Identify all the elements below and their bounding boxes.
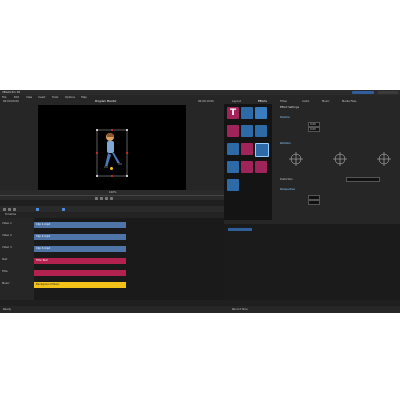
track-header-title[interactable]: Title [1, 268, 33, 276]
track-header-music[interactable]: Music [1, 280, 33, 288]
audio-mixer-panel [224, 220, 400, 300]
next-frame-icon[interactable] [105, 197, 108, 200]
status-right: Record time [232, 308, 248, 311]
play-icon[interactable] [100, 197, 103, 200]
clip-video-3[interactable]: Clip 3.mp4 [34, 246, 126, 252]
track-header-text[interactable]: Text [1, 256, 33, 264]
effect-tile-text[interactable]: T [227, 107, 239, 119]
preview-transport: 100% [0, 190, 224, 200]
preview-timecode-right: 00:00:10:00 [198, 100, 214, 103]
tab-titles[interactable]: Titles [280, 100, 287, 103]
loop-icon[interactable] [110, 197, 113, 200]
split-tool-icon[interactable] [8, 207, 11, 211]
effect-tile-motion[interactable] [255, 125, 267, 137]
tab-media-files[interactable]: Media Files [342, 100, 356, 103]
preview-timecode-left: 00:00:00:00 [3, 100, 19, 103]
clip-title[interactable] [34, 270, 126, 276]
section-position: Position [280, 116, 291, 119]
mixer-channel[interactable] [228, 228, 252, 231]
tab-music[interactable]: Music [322, 100, 329, 103]
app-title: VEGAS Pro 18 [2, 91, 20, 94]
effect-tile-color[interactable] [241, 143, 253, 155]
share-button[interactable] [378, 91, 398, 94]
character-figure[interactable] [94, 128, 130, 180]
timeline-label: Timeline [5, 213, 17, 216]
prev-frame-icon[interactable] [95, 197, 98, 200]
track-header-video-3[interactable]: Video 3 [1, 244, 33, 252]
effect-tile-distortion[interactable] [255, 143, 269, 157]
effect-tile-mask[interactable] [241, 161, 253, 173]
effect-tile-crop[interactable] [227, 161, 239, 173]
preview-title: Program Monitor [95, 100, 117, 103]
mixer-header [224, 220, 400, 224]
preview-panel: 00:00:00:00 Program Monitor 00:00:10:00 [0, 99, 224, 200]
status-bar: Ready Record time [0, 306, 400, 313]
status-left: Ready [3, 308, 12, 311]
effect-tile-paint[interactable] [255, 107, 267, 119]
preview-zoom: 100% [109, 191, 117, 194]
clip-video-1[interactable]: Clip 1.mp4 [34, 222, 126, 228]
tab-effects[interactable]: Effects [258, 100, 267, 103]
effect-tile-sparkle[interactable] [255, 161, 267, 173]
timeline-tracks: Video 1 Video 2 Video 3 Text Title Music… [0, 218, 224, 300]
ripple-toggle-icon[interactable] [62, 207, 65, 211]
preview-scrubber[interactable] [0, 195, 224, 196]
effect-tile-image[interactable] [241, 125, 253, 137]
video-canvas[interactable] [38, 105, 186, 193]
effect-tile-transform[interactable] [241, 107, 253, 119]
select-tool-icon[interactable] [3, 207, 6, 211]
tab-layout[interactable]: Layout [232, 100, 241, 103]
track-header-video-2[interactable]: Video 2 [1, 232, 33, 240]
effect-tile-blur[interactable] [227, 143, 239, 155]
effect-tile-puzzle[interactable] [227, 179, 239, 191]
rotation-dials[interactable] [284, 149, 394, 173]
section-rotation: Rotation [280, 142, 291, 145]
trim-tool-icon[interactable] [13, 207, 16, 211]
video-editor-window: VEGAS Pro 18 File Edit View Insert Tools… [0, 90, 400, 313]
properties-panel: Effect Settings Position 0.00 0.00 Rotat… [272, 104, 400, 220]
tab-audio[interactable]: Audio [302, 100, 309, 103]
produce-button[interactable] [352, 91, 374, 94]
properties-header: Effect Settings [280, 106, 299, 109]
mode-dropdown[interactable] [346, 177, 380, 182]
clip-video-2[interactable]: Clip 2.mp4 [34, 234, 126, 240]
track-headers: Video 1 Video 2 Video 3 Text Title Music [0, 218, 34, 300]
field-height[interactable] [308, 200, 320, 205]
section-perspective: Perspective [280, 188, 296, 191]
effects-grid: T [224, 104, 272, 220]
field-y[interactable]: 0.00 [308, 127, 320, 132]
effect-tile-shape[interactable] [227, 125, 239, 137]
clip-music[interactable]: Background Music [34, 282, 126, 288]
track-header-video-1[interactable]: Video 1 [1, 220, 33, 228]
clip-text[interactable]: Title Text [34, 258, 126, 264]
snap-toggle-icon[interactable] [36, 207, 39, 211]
mode-label: Distortion [280, 178, 293, 181]
anchor-point[interactable] [110, 167, 113, 170]
